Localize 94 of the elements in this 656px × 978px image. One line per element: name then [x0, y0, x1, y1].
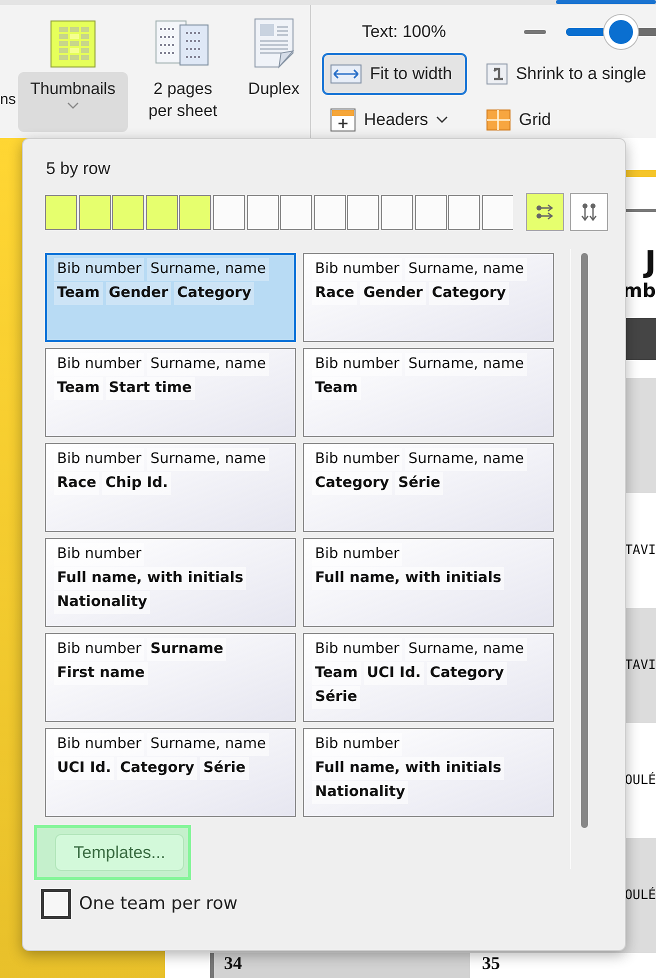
- field-token: Série: [395, 472, 444, 495]
- count-cell[interactable]: [380, 194, 413, 230]
- field-token: Nationality: [54, 591, 150, 614]
- arrows-icon: [330, 64, 362, 84]
- field-token: Full name, with initials: [312, 757, 504, 780]
- count-cell[interactable]: [448, 194, 480, 230]
- templates-button[interactable]: Templates...: [55, 834, 184, 871]
- template-card[interactable]: Bib number Surname, name Team Gender Category: [45, 253, 296, 342]
- vertical-arrows-icon: [581, 203, 597, 221]
- template-card[interactable]: Bib number Surname, name Race Gender Category: [303, 253, 554, 342]
- field-token: Category: [426, 662, 507, 685]
- scrollbar[interactable]: [581, 253, 588, 828]
- field-token: Gender: [106, 282, 172, 305]
- field-token: Surname, name: [405, 638, 527, 661]
- template-card[interactable]: Bib number Surname, name Race Chip Id.: [45, 443, 296, 532]
- checkbox[interactable]: [41, 889, 71, 919]
- field-token: Full name, with initials: [54, 567, 246, 590]
- field-token: Full name, with initials: [312, 567, 504, 590]
- field-token: Surname, name: [147, 448, 269, 471]
- orientation-button[interactable]: [526, 193, 564, 231]
- field-token: Team: [54, 282, 103, 305]
- count-cell[interactable]: [246, 194, 279, 230]
- table-cell: TAVI: [624, 658, 656, 673]
- minus-icon: [524, 30, 546, 34]
- field-token: Surname, name: [147, 258, 269, 281]
- field-token: Team: [54, 377, 103, 400]
- button-label[interactable]: ns: [0, 91, 16, 108]
- table-cell: OULÉ: [624, 888, 656, 903]
- orientation-button[interactable]: [570, 193, 608, 231]
- template-card[interactable]: Bib number Surname, name Team Start time: [45, 348, 296, 437]
- field-token: First name: [54, 662, 148, 685]
- document-icon: [252, 17, 296, 69]
- field-token: Race: [312, 282, 358, 305]
- view-button[interactable]: Fit to width: [322, 53, 467, 95]
- count-cell[interactable]: [280, 194, 312, 230]
- zoom-slider[interactable]: [566, 15, 656, 49]
- count-cell[interactable]: [146, 194, 178, 230]
- checkbox-label: One team per row: [79, 894, 238, 914]
- count-cell[interactable]: [112, 194, 144, 230]
- field-token: Surname: [147, 638, 226, 661]
- count-cell[interactable]: [482, 194, 513, 230]
- count-cell[interactable]: [314, 194, 346, 230]
- count-cell[interactable]: [414, 194, 447, 230]
- field-token: Surname, name: [147, 733, 269, 756]
- field-token: UCI Id.: [364, 662, 424, 685]
- page-icon: [486, 63, 508, 85]
- field-token: Category: [428, 282, 509, 305]
- document-title: J: [644, 245, 656, 280]
- field-token: Bib number: [54, 258, 144, 281]
- text-size-label: Text: 100%: [362, 22, 447, 42]
- ribbon-button[interactable]: 2 pages per sheet: [136, 72, 230, 126]
- template-card[interactable]: Bib number Surname First name: [45, 633, 296, 722]
- field-token: Team: [312, 662, 361, 685]
- count-cell[interactable]: [347, 194, 380, 230]
- field-token: Surname, name: [405, 258, 527, 281]
- slider-thumb[interactable]: [604, 15, 638, 49]
- field-token: Team: [312, 377, 361, 400]
- template-card[interactable]: Bib number Surname, name Team UCI Id. Category Série: [303, 633, 554, 722]
- template-card[interactable]: Bib number Surname, name UCI Id. Category Série: [45, 728, 296, 817]
- field-token: Surname, name: [405, 353, 527, 376]
- field-token: Série: [200, 757, 249, 780]
- ribbon-button[interactable]: Duplex: [238, 72, 310, 104]
- template-card[interactable]: Bib number Full name, with initials Nationality: [45, 538, 296, 627]
- field-token: Race: [54, 472, 100, 495]
- field-token: Category: [312, 472, 392, 495]
- grid-icon: [486, 109, 511, 131]
- field-token: Série: [312, 686, 360, 709]
- count-cell[interactable]: [212, 194, 245, 230]
- thumbnails-icon: [48, 19, 97, 69]
- field-token: Start time: [106, 377, 195, 400]
- table-cell: TAVI: [624, 543, 656, 558]
- count-cell[interactable]: [179, 194, 212, 230]
- row-count-label: 5 by row: [46, 159, 112, 180]
- table-cell-text: 35: [481, 953, 501, 975]
- count-cell[interactable]: [78, 194, 111, 230]
- horizontal-arrows-icon: [536, 204, 554, 220]
- field-token: UCI Id.: [54, 757, 114, 780]
- table-cell: OULÉ: [624, 773, 656, 788]
- template-card[interactable]: Bib number Full name, with initials: [303, 538, 554, 627]
- field-token: Chip Id.: [102, 472, 172, 495]
- ribbon-button[interactable]: Thumbnails: [18, 72, 128, 132]
- field-token: Category: [117, 757, 198, 780]
- count-cell[interactable]: [45, 194, 77, 230]
- table-cell: 34: [210, 953, 470, 978]
- header-icon: [330, 108, 356, 132]
- field-token: Surname, name: [147, 353, 269, 376]
- field-token: Nationality: [312, 781, 408, 804]
- field-token: Category: [174, 282, 254, 305]
- view-button[interactable]: Shrink to a single: [478, 53, 656, 95]
- field-token: Gender: [360, 282, 426, 305]
- template-card[interactable]: Bib number Surname, name Category Série: [303, 443, 554, 532]
- field-token: Surname, name: [405, 448, 527, 471]
- template-card[interactable]: Bib number Full name, with initials Nationality: [303, 728, 554, 817]
- template-card[interactable]: Bib number Surname, name Team: [303, 348, 554, 437]
